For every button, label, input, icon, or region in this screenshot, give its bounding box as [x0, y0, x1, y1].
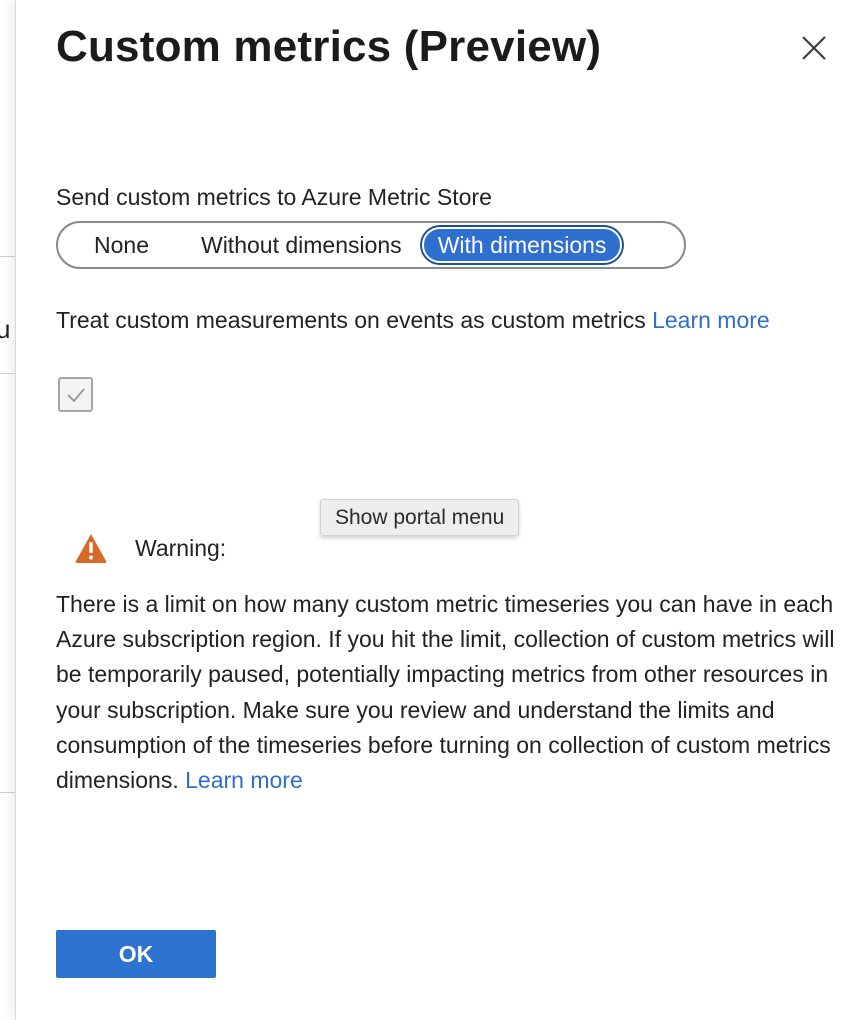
checkmark-icon — [66, 387, 85, 402]
option-none[interactable]: None — [62, 226, 175, 264]
custom-measurements-description: Treat custom measurements on events as c… — [56, 303, 816, 338]
close-icon — [802, 36, 826, 60]
custom-measurements-label: Treat custom measurements on events as c… — [56, 307, 646, 333]
background-divider — [0, 256, 15, 257]
background-divider — [0, 373, 15, 374]
custom-metrics-panel: Custom metrics (Preview) Send custom met… — [16, 0, 854, 1020]
learn-more-link[interactable]: Learn more — [652, 307, 770, 333]
warning-message: There is a limit on how many custom metr… — [56, 587, 846, 798]
panel-title: Custom metrics (Preview) — [56, 22, 602, 71]
background-text: u — [0, 314, 10, 345]
ok-button[interactable]: OK — [56, 930, 216, 978]
warning-icon — [74, 532, 108, 564]
send-metrics-toggle: None Without dimensions With dimensions — [56, 221, 686, 269]
show-portal-menu-tooltip: Show portal menu — [320, 499, 520, 536]
close-button[interactable] — [798, 32, 830, 64]
warning-header: Warning: — [74, 530, 226, 566]
background-blade: u — [0, 0, 16, 1020]
custom-measurements-checkbox[interactable] — [58, 377, 93, 412]
background-divider — [0, 792, 15, 793]
option-without-dimensions[interactable]: Without dimensions — [175, 226, 422, 264]
send-metrics-label: Send custom metrics to Azure Metric Stor… — [56, 184, 492, 210]
warning-label: Warning: — [135, 534, 227, 561]
warning-learn-more-link[interactable]: Learn more — [185, 767, 303, 793]
option-with-dimensions[interactable]: With dimensions — [421, 227, 623, 263]
warning-text: There is a limit on how many custom metr… — [56, 591, 835, 794]
